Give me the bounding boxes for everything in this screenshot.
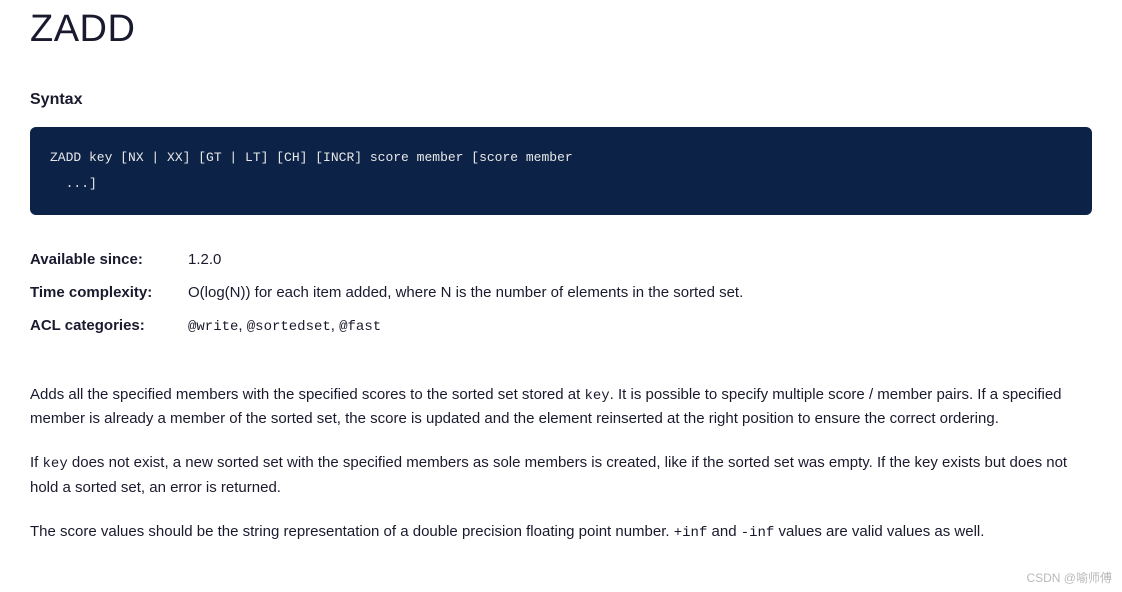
watermark: CSDN @喻师傅 bbox=[1026, 569, 1112, 586]
acl-tag: @fast bbox=[339, 319, 381, 335]
meta-row-acl-categories: ACL categories: @write, @sortedset, @fas… bbox=[30, 309, 1092, 343]
description-paragraph: The score values should be the string re… bbox=[30, 520, 1092, 544]
meta-label: Available since: bbox=[30, 251, 188, 268]
description-paragraph: If key does not exist, a new sorted set … bbox=[30, 451, 1092, 499]
syntax-heading: Syntax bbox=[30, 91, 1092, 109]
meta-label: Time complexity: bbox=[30, 284, 188, 301]
meta-row-time-complexity: Time complexity: O(log(N)) for each item… bbox=[30, 276, 1092, 309]
inline-code: key bbox=[584, 388, 609, 404]
syntax-code-block: ZADD key [NX | XX] [GT | LT] [CH] [INCR]… bbox=[30, 127, 1092, 215]
meta-row-available-since: Available since: 1.2.0 bbox=[30, 243, 1092, 276]
meta-value: 1.2.0 bbox=[188, 251, 221, 268]
page-title: ZADD bbox=[30, 8, 1092, 51]
meta-value-acl: @write, @sortedset, @fast bbox=[188, 317, 381, 335]
meta-table: Available since: 1.2.0 Time complexity: … bbox=[30, 243, 1092, 343]
description: Adds all the specified members with the … bbox=[30, 383, 1092, 544]
acl-tag: @sortedset bbox=[247, 319, 331, 335]
acl-tag: @write bbox=[188, 319, 238, 335]
description-paragraph: Adds all the specified members with the … bbox=[30, 383, 1092, 431]
meta-label: ACL categories: bbox=[30, 317, 188, 335]
inline-code: key bbox=[43, 456, 68, 472]
meta-value: O(log(N)) for each item added, where N i… bbox=[188, 284, 743, 301]
inline-code: -inf bbox=[741, 525, 775, 541]
inline-code: +inf bbox=[674, 525, 708, 541]
